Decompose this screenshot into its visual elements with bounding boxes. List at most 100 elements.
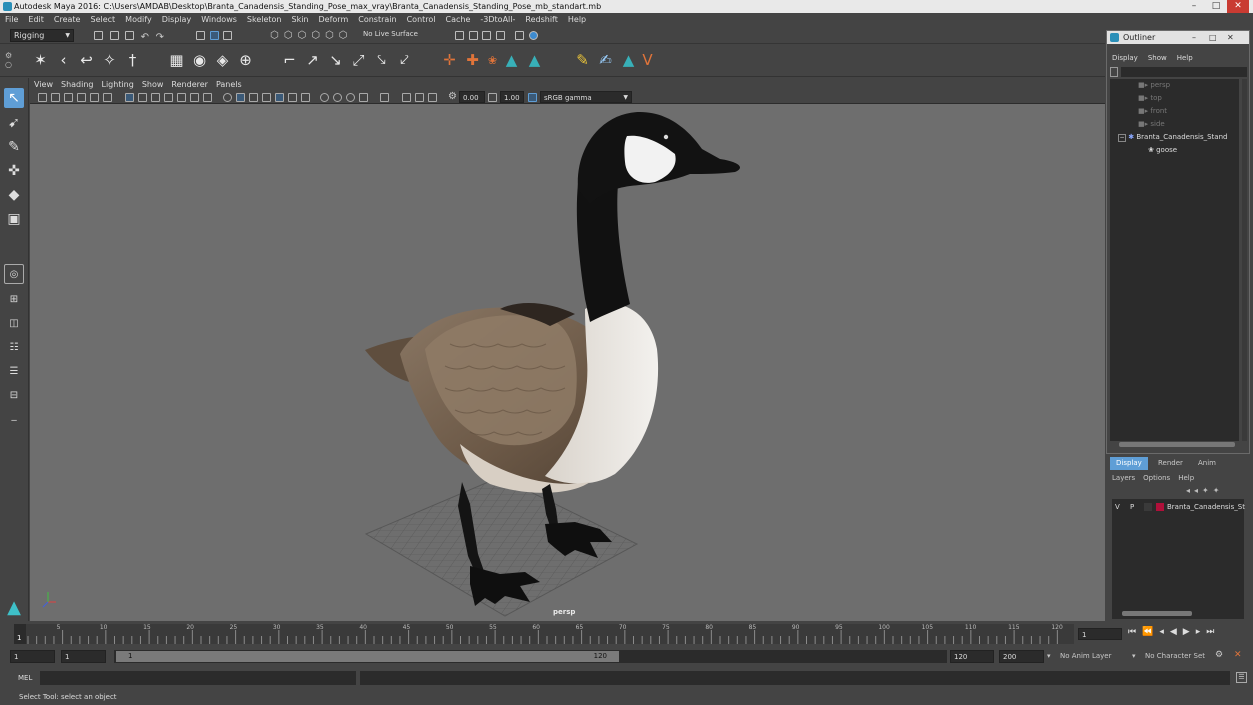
render-view-icon[interactable] (515, 31, 525, 40)
paint-select-icon[interactable]: ✎ (4, 137, 24, 157)
motion-blur-icon[interactable] (333, 93, 342, 102)
aim-constraint-icon[interactable]: ↗ (303, 51, 322, 70)
snap-live-icon[interactable]: ⬡ (339, 30, 353, 41)
outliner-item-branta[interactable]: − ✱ Branta_Canadensis_Stand (1118, 131, 1227, 144)
anim-start-field[interactable]: 1 (10, 650, 55, 663)
current-frame-marker[interactable]: 1 (14, 624, 26, 644)
color-management-icon[interactable] (528, 93, 537, 102)
vp-menu-panels[interactable]: Panels (212, 78, 246, 91)
outliner-item-side[interactable]: ■▸ side (1138, 118, 1165, 131)
default-material-icon[interactable] (249, 93, 258, 102)
locator-icon[interactable]: ✛ (440, 51, 459, 70)
depth-of-field-icon[interactable] (359, 93, 368, 102)
chevron-down-icon[interactable]: ▾ (1047, 650, 1051, 663)
menuset-dropdown[interactable]: Rigging ▼ (10, 29, 74, 42)
menu-select[interactable]: Select (85, 13, 120, 27)
tab-anim[interactable]: Anim (1192, 457, 1222, 470)
maximize-icon[interactable]: □ (1209, 31, 1217, 44)
cluster-handle-icon[interactable]: ❀ (483, 51, 502, 70)
outliner-vscrollbar[interactable] (1242, 79, 1247, 441)
exposure-field[interactable]: 0.00 (459, 91, 485, 103)
graph-layout-icon[interactable]: ☰ (4, 362, 24, 382)
select-component-icon[interactable] (223, 31, 233, 40)
menu-skin[interactable]: Skin (287, 13, 314, 27)
new-layer-selected-icon[interactable]: ✦ (1213, 486, 1224, 495)
script-editor-icon[interactable]: ☰ (1236, 672, 1247, 683)
lights-icon[interactable] (288, 93, 297, 102)
layer-menu-layers[interactable]: Layers (1112, 474, 1143, 482)
menu-file[interactable]: File (0, 13, 23, 27)
cluster-icon[interactable]: ◉ (190, 51, 209, 70)
gate-mask-icon[interactable] (164, 93, 173, 102)
layer-row[interactable]: V P Branta_Canadensis_St (1112, 501, 1245, 513)
layer-type-toggle[interactable] (1144, 503, 1152, 511)
grease-pencil-icon[interactable] (103, 93, 112, 102)
camera-attr-icon[interactable] (51, 93, 60, 102)
maya-m-icon[interactable]: ▲ (502, 51, 521, 70)
move-tool-icon[interactable]: ✜ (4, 161, 24, 181)
render-current-icon[interactable] (455, 31, 464, 40)
time-ruler[interactable]: 5 10 15 20 25 30 35 40 45 50 55 60 65 70 75 80 85 90 95 100… (26, 624, 1074, 644)
safe-title-icon[interactable] (203, 93, 212, 102)
outliner-hscrollbar[interactable] (1119, 442, 1235, 447)
step-forward-icon[interactable]: ▸ (1196, 627, 1207, 637)
persp-graph-icon[interactable]: ⊟ (4, 386, 24, 406)
range-slider-handle[interactable]: 1 120 (116, 651, 619, 662)
menu-constrain[interactable]: Constrain (353, 13, 401, 27)
menu-3dtoall[interactable]: -3DtoAll- (475, 13, 520, 27)
play-back-icon[interactable]: ◀ (1170, 627, 1183, 637)
menu-edit[interactable]: Edit (23, 13, 49, 27)
perspective-viewport[interactable]: persp (30, 104, 1105, 621)
step-back-key-icon[interactable]: ⏪ (1142, 627, 1159, 637)
redshift-icon[interactable] (528, 31, 538, 40)
playback-end-field[interactable]: 120 (950, 650, 994, 663)
anim-end-field[interactable]: 200 (999, 650, 1044, 663)
menu-windows[interactable]: Windows (196, 13, 242, 27)
outliner-layout-icon[interactable]: ☷ (4, 338, 24, 358)
tab-render[interactable]: Render (1152, 457, 1189, 470)
maya-m2-icon[interactable]: ▲ (525, 51, 544, 70)
point-constraint-icon[interactable]: ⌐ (280, 51, 299, 70)
ik-spline-icon[interactable]: ↩ (77, 51, 96, 70)
parent-constraint-icon[interactable]: ⤥ (372, 51, 391, 70)
render-settings-icon[interactable] (482, 31, 492, 40)
smooth-shade-icon[interactable] (236, 93, 245, 102)
xray-icon[interactable] (402, 93, 411, 102)
auto-key-icon[interactable]: ✕ (1234, 650, 1242, 660)
close-icon[interactable]: ✕ (1227, 31, 1234, 44)
vp-menu-renderer[interactable]: Renderer (167, 78, 212, 91)
shelf-tabs-icon[interactable]: ⚙ ○ (5, 51, 19, 71)
move-layer-up-icon[interactable]: ◂ (1186, 486, 1194, 495)
ik-handle-icon[interactable]: ‹ (54, 51, 73, 70)
locator-offset-icon[interactable]: ✚ (463, 51, 482, 70)
layer-menu-options[interactable]: Options (1143, 474, 1178, 482)
safe-action-icon[interactable] (190, 93, 199, 102)
collapse-toolbox-icon[interactable]: ‒ (4, 411, 24, 431)
menu-display[interactable]: Display (157, 13, 197, 27)
outliner-item-persp[interactable]: ■▸ persp (1138, 79, 1170, 92)
redo-icon[interactable]: ↷ (156, 32, 164, 43)
anim-layer-dropdown[interactable]: No Anim Layer ▾ (1060, 650, 1140, 663)
sculpt-deformer-icon[interactable]: ⊕ (236, 51, 255, 70)
filter-icon[interactable] (1110, 67, 1118, 77)
snap-projected-icon[interactable]: ⬡ (311, 30, 325, 41)
minimize-icon[interactable]: – (1183, 0, 1205, 13)
ambient-occlusion-icon[interactable] (320, 93, 329, 102)
outliner-item-front[interactable]: ■▸ front (1138, 105, 1167, 118)
layer-menu-help[interactable]: Help (1178, 474, 1194, 482)
resolution-gate-icon[interactable] (151, 93, 160, 102)
close-icon[interactable]: ✕ (1227, 0, 1249, 13)
open-scene-icon[interactable] (109, 31, 119, 40)
gamma-field[interactable]: 1.00 (500, 91, 524, 103)
outliner-menu-show[interactable]: Show (1143, 52, 1172, 64)
layer-visibility-toggle[interactable]: V (1115, 501, 1120, 513)
vp-menu-view[interactable]: View (30, 78, 57, 91)
menu-modify[interactable]: Modify (120, 13, 157, 27)
tab-display[interactable]: Display (1110, 457, 1148, 470)
wrap-deformer-icon[interactable]: ◈ (213, 51, 232, 70)
camera-select-icon[interactable] (38, 93, 47, 102)
select-object-icon[interactable] (209, 31, 219, 40)
hypershade-icon[interactable] (495, 31, 505, 40)
select-tool-icon[interactable]: ↖ (4, 88, 24, 108)
menu-help[interactable]: Help (563, 13, 591, 27)
